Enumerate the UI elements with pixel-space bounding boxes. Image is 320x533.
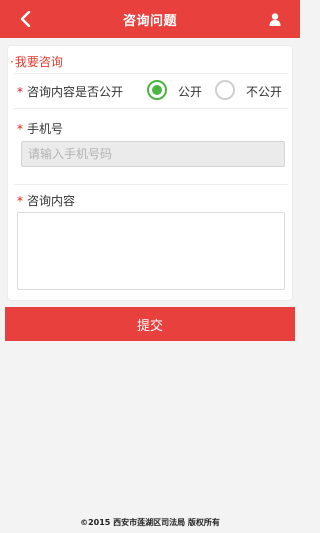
- section-title-text: 我要咨询: [14, 55, 63, 69]
- divider: [14, 73, 288, 74]
- section-title: ·我要咨询: [10, 53, 63, 70]
- top-app-bar: 咨询问题: [0, 0, 300, 38]
- radio-private[interactable]: [215, 80, 235, 100]
- copyright-footer: ©2015 西安市莲湖区司法局 版权所有: [80, 518, 220, 527]
- phone-label: * 手机号: [17, 120, 63, 137]
- back-button[interactable]: [16, 9, 36, 29]
- user-button[interactable]: [266, 10, 284, 28]
- phone-input[interactable]: [21, 141, 285, 167]
- section-title-marker: ·: [10, 55, 14, 69]
- visibility-label: * 咨询内容是否公开: [17, 83, 123, 100]
- divider: [14, 108, 288, 109]
- content-label: * 咨询内容: [17, 192, 75, 209]
- radio-public-label[interactable]: 公开: [178, 83, 202, 100]
- content-textarea[interactable]: [17, 212, 285, 290]
- user-icon: [269, 12, 281, 26]
- divider: [14, 184, 288, 185]
- required-mark: *: [17, 85, 23, 99]
- submit-button[interactable]: 提交: [5, 307, 295, 341]
- phone-label-text: 手机号: [27, 122, 64, 136]
- page-title: 咨询问题: [122, 13, 177, 29]
- visibility-label-text: 咨询内容是否公开: [27, 85, 124, 99]
- required-mark: *: [17, 194, 23, 208]
- radio-public[interactable]: [147, 80, 167, 100]
- radio-private-label[interactable]: 不公开: [246, 83, 282, 100]
- required-mark: *: [17, 122, 23, 136]
- chevron-left-icon: [20, 11, 31, 27]
- content-label-text: 咨询内容: [27, 194, 76, 208]
- consult-form-card: ·我要咨询 * 咨询内容是否公开 公开 不公开 * 手机号 * 咨询内容: [7, 45, 293, 301]
